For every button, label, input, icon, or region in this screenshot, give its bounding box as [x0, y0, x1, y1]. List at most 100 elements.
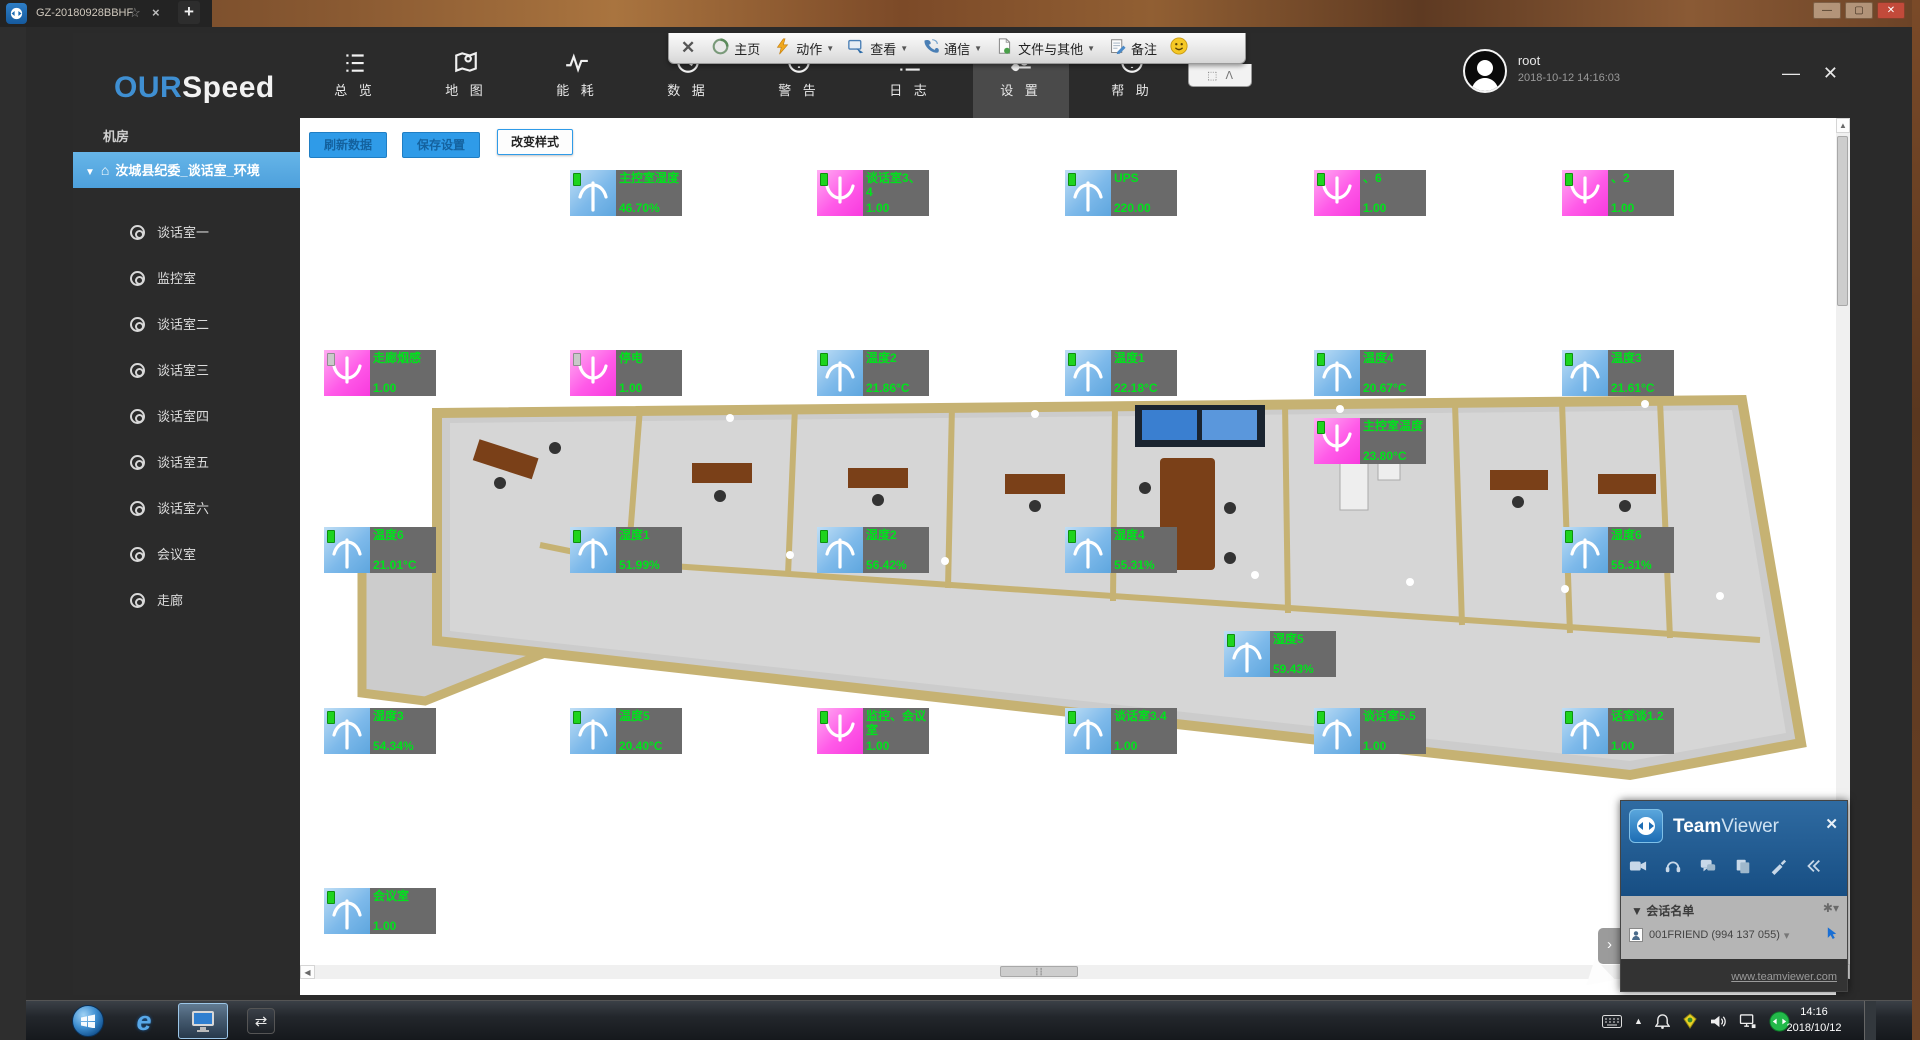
session-entry[interactable]: 001FRIEND (994 137 055)▾	[1629, 928, 1789, 942]
sensor-2[interactable]: UPS 220.00	[1065, 170, 1177, 216]
sensor-17[interactable]: 湿度5 59.43%	[1224, 631, 1336, 677]
teamviewer-taskbar-icon[interactable]: ⇄	[238, 1003, 284, 1039]
sidebar-item-monitor-room[interactable]: 监控室	[73, 264, 300, 294]
scroll-up-icon[interactable]: ▲	[1836, 118, 1850, 133]
app-minimize-button[interactable]: —	[1782, 63, 1800, 84]
sensor-21[interactable]: 谈话室3.4 1.00	[1065, 708, 1177, 754]
sensor-14[interactable]: 湿度2 56.42%	[817, 527, 929, 573]
sensor-label-box: 湿度5 59.43%	[1270, 631, 1336, 677]
user-block[interactable]: root 2018-10-12 14:16:03	[1518, 49, 1620, 99]
sidebar-item-room-5[interactable]: 谈话室五	[73, 448, 300, 478]
target-icon	[130, 225, 145, 240]
sensor-20[interactable]: 监控、会议室 1.00	[817, 708, 929, 754]
remote-cursor-icon[interactable]	[1825, 926, 1839, 945]
sensor-label: 温度3	[1611, 351, 1671, 365]
sensor-19[interactable]: 温度5 20.40°C	[570, 708, 682, 754]
sensor-3[interactable]: 、6 1.00	[1314, 170, 1426, 216]
sensor-13[interactable]: 湿度1 51.99%	[570, 527, 682, 573]
toolbar-view[interactable]: 查看▼	[848, 38, 908, 58]
sensor-7[interactable]: 温度2 21.86°C	[817, 350, 929, 396]
video-icon[interactable]	[1629, 857, 1647, 880]
tools-icon[interactable]	[1769, 857, 1787, 880]
sidebar-item-room-3[interactable]: 谈话室三	[73, 356, 300, 386]
tab-overview[interactable]: 总 览	[307, 33, 403, 118]
session-tab-title[interactable]: GZ-20180928BBHF	[36, 7, 133, 19]
sensor-6[interactable]: 停电 1.00	[570, 350, 682, 396]
panel-close-icon[interactable]: ✕	[1825, 815, 1838, 833]
sensor-label: 话室谈1.2	[1611, 709, 1671, 723]
collapse-icon[interactable]	[1804, 857, 1822, 880]
host-minimize-button[interactable]: —	[1813, 2, 1841, 19]
list-icon	[307, 46, 403, 78]
sidebar-item-root[interactable]: ▼⌂汝城县纪委_谈话室_环境	[73, 152, 300, 188]
sensor-15[interactable]: 湿度4 55.31%	[1065, 527, 1177, 573]
pin-tab-icon[interactable]: ☆	[129, 5, 141, 21]
internet-explorer-icon[interactable]: e	[124, 1003, 164, 1039]
sensor-label-box: 会议室 1.00	[370, 888, 436, 934]
sensor-4[interactable]: 、2 1.00	[1562, 170, 1674, 216]
tab-map[interactable]: 地 图	[418, 33, 514, 118]
security-shield-icon[interactable]	[1682, 1013, 1698, 1029]
sidebar-item-corridor[interactable]: 走廊	[73, 586, 300, 616]
app-close-button[interactable]: ✕	[1823, 63, 1838, 84]
arrow-up-icon	[570, 170, 616, 216]
sensor-10[interactable]: 温度3 21.61°C	[1562, 350, 1674, 396]
sensor-value: 55.31%	[1611, 558, 1671, 572]
monitoring-app-taskbar-icon[interactable]	[178, 1003, 228, 1039]
sensor-16[interactable]: 湿度6 55.31%	[1562, 527, 1674, 573]
gear-icon[interactable]: ✱▾	[1823, 901, 1839, 915]
vertical-scroll-thumb[interactable]	[1837, 136, 1848, 306]
arrow-down-icon	[1314, 418, 1360, 464]
toolbar-actions[interactable]: 动作▼	[774, 38, 834, 58]
tray-expand-icon[interactable]: ▲	[1634, 1016, 1643, 1026]
chat-icon[interactable]	[1699, 857, 1717, 880]
toolbar-close-icon[interactable]: ✕	[681, 38, 695, 58]
sensor-label-box: 谈话室5.5 1.00	[1360, 708, 1426, 754]
sensor-1[interactable]: 谈话室3、4 1.00	[817, 170, 929, 216]
status-indicator	[573, 173, 581, 186]
file-transfer-icon[interactable]	[1734, 857, 1752, 880]
sensor-9[interactable]: 温度4 20.67°C	[1314, 350, 1426, 396]
panel-collapse-handle[interactable]: ›	[1598, 928, 1621, 964]
sidebar-item-room-4[interactable]: 谈话室四	[73, 402, 300, 432]
status-indicator	[1317, 421, 1325, 434]
network-icon[interactable]	[1739, 1014, 1757, 1029]
session-list-header[interactable]: ▼ 会话名单	[1631, 902, 1694, 919]
sensor-5[interactable]: 走廊烟感 1.00	[324, 350, 436, 396]
tab-energy[interactable]: 能 耗	[529, 33, 625, 118]
sensor-22[interactable]: 谈话室5.5 1.00	[1314, 708, 1426, 754]
toolbar-mini-panel[interactable]: ⬚ᐱ	[1188, 64, 1252, 87]
sensor-23[interactable]: 话室谈1.2 1.00	[1562, 708, 1674, 754]
volume-icon[interactable]	[1710, 1014, 1727, 1029]
close-tab-icon[interactable]: ×	[152, 5, 160, 20]
host-maximize-button[interactable]: ▢	[1845, 2, 1873, 19]
home-icon	[712, 38, 734, 58]
sidebar-item-room-2[interactable]: 谈话室二	[73, 310, 300, 340]
sensor-8[interactable]: 温度1 22.18°C	[1065, 350, 1177, 396]
toolbar-notes[interactable]: 备注	[1109, 38, 1157, 58]
sensor-12[interactable]: 温度6 21.01°C	[324, 527, 436, 573]
taskbar-clock[interactable]: 14:16 2018/10/12	[1771, 1004, 1857, 1036]
toolbar-comm[interactable]: 通信▼	[922, 38, 982, 58]
toolbar-home[interactable]: 主页	[712, 38, 760, 58]
sidebar-item-meeting-room[interactable]: 会议室	[73, 540, 300, 570]
show-desktop-button[interactable]	[1864, 1001, 1876, 1040]
start-button[interactable]	[66, 1003, 110, 1039]
arrow-up-icon	[1065, 350, 1111, 396]
host-close-button[interactable]: ✕	[1877, 2, 1905, 19]
sensor-24[interactable]: 会议室 1.00	[324, 888, 436, 934]
user-name: root	[1518, 53, 1620, 68]
sensor-18[interactable]: 湿度3 54.34%	[324, 708, 436, 754]
keyboard-icon[interactable]	[1602, 1015, 1622, 1028]
smiley-icon[interactable]	[1170, 37, 1188, 60]
new-tab-button[interactable]: +	[178, 1, 200, 24]
chevron-down-icon: ▼	[85, 167, 95, 178]
sensor-11[interactable]: 主控室温度 23.80°C	[1314, 418, 1426, 464]
toolbar-files[interactable]: 文件与其他▼	[996, 38, 1095, 58]
sidebar-item-room-6[interactable]: 谈话室六	[73, 494, 300, 524]
audio-icon[interactable]	[1664, 857, 1682, 880]
notification-bell-icon[interactable]	[1655, 1013, 1670, 1029]
sensor-0[interactable]: 主控室湿度 46.70%	[570, 170, 682, 216]
sidebar-item-room-1[interactable]: 谈话室一	[73, 218, 300, 248]
teamviewer-link[interactable]: www.teamviewer.com	[1731, 971, 1837, 983]
